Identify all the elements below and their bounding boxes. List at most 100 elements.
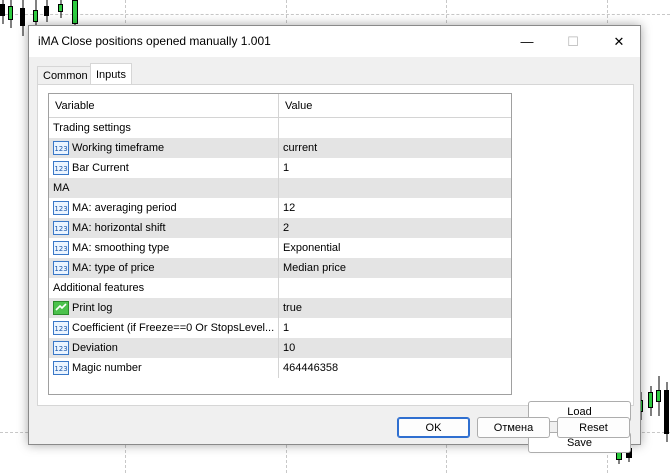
param-row[interactable]: 123 Magic number 464446358 (49, 358, 511, 378)
value-cell[interactable]: current (279, 138, 511, 158)
value-cell[interactable]: Exponential (279, 238, 511, 258)
maximize-icon: ☐ (567, 33, 579, 49)
value-cell[interactable]: 12 (279, 198, 511, 218)
inputs-panel: Variable Value Trading settings 123 Workin… (37, 84, 634, 453)
variable-label: MA: smoothing type (72, 242, 170, 254)
title-bar[interactable]: iMA Close positions opened manually 1.00… (29, 26, 640, 57)
chart-candle (8, 0, 13, 28)
tab-common[interactable]: Common (37, 66, 94, 85)
variable-cell: 123 Deviation (49, 338, 279, 358)
chart-candle (656, 376, 661, 416)
chart-candle (58, 0, 63, 18)
inputs-grid[interactable]: Variable Value Trading settings 123 Workin… (48, 93, 512, 395)
param-row[interactable]: 123 Working timeframe current (49, 138, 511, 158)
123-icon: 123 (53, 201, 69, 215)
svg-text:123: 123 (54, 345, 67, 353)
svg-text:123: 123 (54, 245, 67, 253)
variable-label: MA: averaging period (72, 202, 177, 214)
value-cell[interactable]: true (279, 298, 511, 318)
column-header-variable[interactable]: Variable (49, 94, 279, 118)
chart-candle (648, 386, 653, 416)
value-cell[interactable]: Median price (279, 258, 511, 278)
variable-label: Deviation (72, 342, 118, 354)
value-cell[interactable]: 10 (279, 338, 511, 358)
variable-label: Print log (72, 302, 113, 314)
variable-cell: 123 MA: type of price (49, 258, 279, 278)
param-row[interactable]: 123 MA: type of price Median price (49, 258, 511, 278)
svg-text:123: 123 (54, 265, 67, 273)
grid-header: Variable Value (49, 94, 511, 118)
svg-text:123: 123 (54, 165, 67, 173)
close-icon: ✕ (613, 33, 625, 49)
close-button[interactable]: ✕ (596, 26, 642, 57)
123-icon: 123 (53, 321, 69, 335)
variable-cell: 123 MA: averaging period (49, 198, 279, 218)
123-icon: 123 (53, 141, 69, 155)
cancel-button[interactable]: Отмена (477, 417, 550, 438)
value-cell (279, 178, 511, 198)
variable-cell: MA (49, 178, 279, 198)
minimize-button[interactable]: — (504, 26, 550, 57)
chart-candle (44, 0, 49, 22)
param-row[interactable]: 123 MA: horizontal shift 2 (49, 218, 511, 238)
value-cell[interactable]: 2 (279, 218, 511, 238)
variable-cell: Print log (49, 298, 279, 318)
svg-text:123: 123 (54, 225, 67, 233)
param-row[interactable]: 123 MA: smoothing type Exponential (49, 238, 511, 258)
column-header-value[interactable]: Value (279, 94, 511, 118)
window-title: iMA Close positions opened manually 1.00… (38, 34, 271, 48)
chart-gridline (0, 14, 670, 15)
maximize-button[interactable]: ☐ (550, 26, 596, 57)
variable-label: Bar Current (72, 162, 129, 174)
section-row[interactable]: Trading settings (49, 118, 511, 138)
123-icon: 123 (53, 161, 69, 175)
variable-cell: 123 Coefficient (if Freeze==0 Or StopsLev… (49, 318, 279, 338)
variable-label: Magic number (72, 362, 142, 374)
variable-cell: Additional features (49, 278, 279, 298)
variable-label: Trading settings (53, 122, 131, 134)
param-row[interactable]: 123 Coefficient (if Freeze==0 Or StopsLev… (49, 318, 511, 338)
ok-button[interactable]: OK (397, 417, 470, 438)
123-icon: 123 (53, 261, 69, 275)
svg-text:123: 123 (54, 205, 67, 213)
variable-label: MA: horizontal shift (72, 222, 166, 234)
variable-cell: 123 Working timeframe (49, 138, 279, 158)
variable-label: MA (53, 182, 70, 194)
value-cell[interactable]: 1 (279, 158, 511, 178)
variable-cell: Trading settings (49, 118, 279, 138)
variable-cell: 123 MA: horizontal shift (49, 218, 279, 238)
variable-label: MA: type of price (72, 262, 155, 274)
tab-inputs[interactable]: Inputs (90, 63, 132, 85)
variable-label: Working timeframe (72, 142, 165, 154)
variable-cell: 123 Bar Current (49, 158, 279, 178)
section-row[interactable]: MA (49, 178, 511, 198)
svg-text:123: 123 (54, 365, 67, 373)
variable-label: Additional features (53, 282, 145, 294)
section-row[interactable]: Additional features (49, 278, 511, 298)
param-row[interactable]: 123 MA: averaging period 12 (49, 198, 511, 218)
123-icon: 123 (53, 221, 69, 235)
variable-cell: 123 Magic number (49, 358, 279, 378)
param-row[interactable]: 123 Deviation 10 (49, 338, 511, 358)
chart-candle (72, 0, 78, 28)
svg-text:123: 123 (54, 325, 67, 333)
value-cell (279, 118, 511, 138)
chart-candle (0, 0, 5, 24)
value-cell[interactable]: 464446358 (279, 358, 511, 378)
param-row[interactable]: Print log true (49, 298, 511, 318)
variable-label: Coefficient (if Freeze==0 Or StopsLevel.… (72, 322, 275, 334)
chart-candle (664, 382, 669, 442)
chart-candle (20, 0, 25, 36)
param-row[interactable]: 123 Bar Current 1 (49, 158, 511, 178)
value-cell[interactable]: 1 (279, 318, 511, 338)
value-cell (279, 278, 511, 298)
properties-dialog: iMA Close positions opened manually 1.00… (28, 25, 641, 453)
reset-button[interactable]: Reset (557, 417, 630, 438)
123-icon: 123 (53, 361, 69, 375)
variable-cell: 123 MA: smoothing type (49, 238, 279, 258)
123-icon: 123 (53, 241, 69, 255)
minimize-icon: — (520, 34, 534, 49)
svg-text:123: 123 (54, 145, 67, 153)
123-icon: 123 (53, 341, 69, 355)
bool-icon (53, 301, 69, 315)
